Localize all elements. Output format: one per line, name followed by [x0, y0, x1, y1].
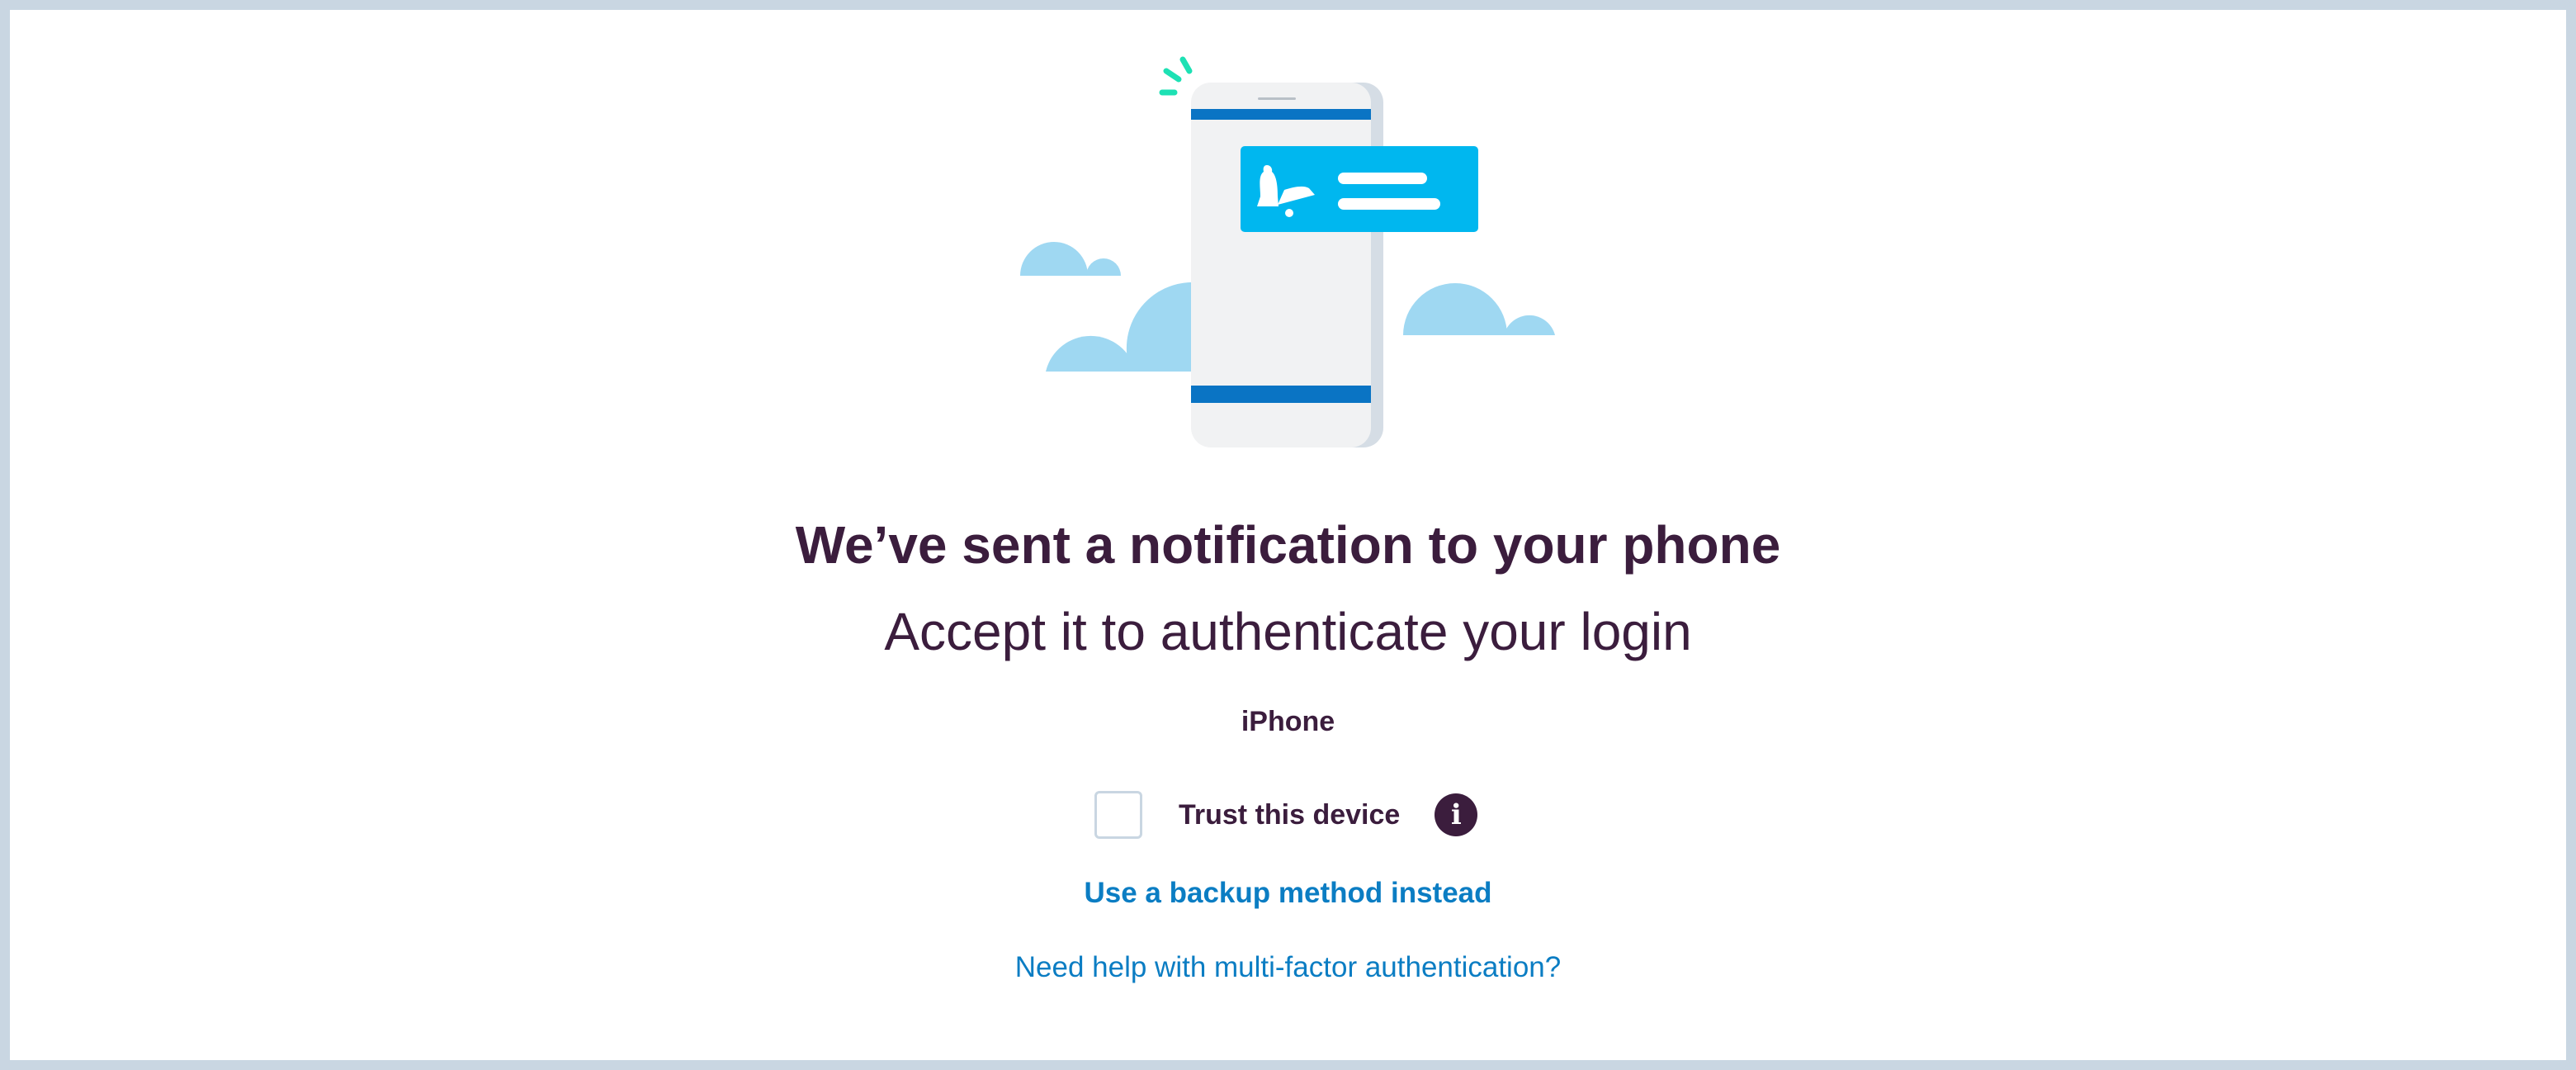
page-subtitle: Accept it to authenticate your login [884, 602, 1692, 661]
info-icon[interactable]: i [1435, 793, 1478, 836]
trust-device-label: Trust this device [1179, 799, 1401, 831]
notification-card [1241, 146, 1478, 232]
mfa-help-link[interactable]: Need help with multi-factor authenticati… [0, 949, 2576, 986]
sparkle-icon [1159, 56, 1193, 96]
trust-device-row: Trust this device i [1094, 788, 1478, 841]
page-title: We’ve sent a notification to your phone [795, 515, 1781, 575]
cloud-right [1403, 283, 1555, 335]
phone-notification-illustration [1020, 56, 1555, 447]
cloud-left-small [1020, 242, 1121, 276]
device-name: iPhone [1241, 706, 1335, 737]
phone-icon [1191, 83, 1383, 447]
trust-device-checkbox[interactable] [1094, 791, 1142, 839]
backup-method-link[interactable]: Use a backup method instead [0, 875, 2576, 911]
